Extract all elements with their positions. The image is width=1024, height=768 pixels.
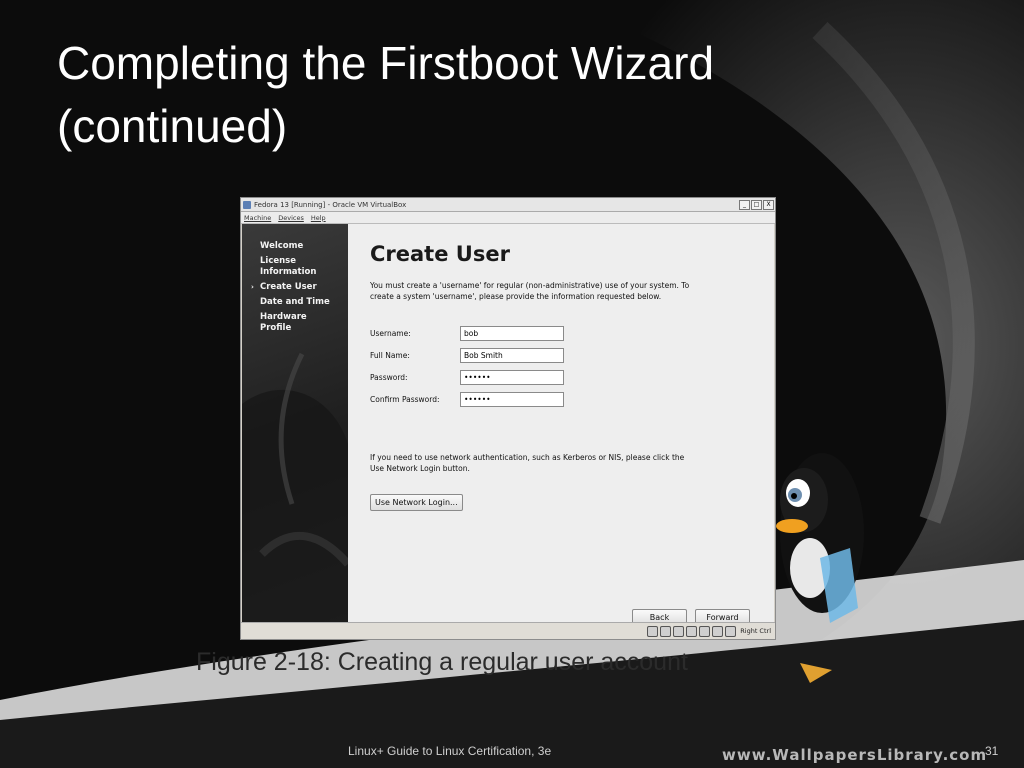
host-key-icon bbox=[725, 625, 737, 637]
password-row: Password: bbox=[370, 366, 564, 388]
slide-title-line-1: Completing the Firstboot Wizard bbox=[57, 37, 715, 89]
footer-text: Linux+ Guide to Linux Certification, 3e bbox=[348, 744, 552, 758]
firstboot-main-panel: Create User You must create a 'username'… bbox=[348, 224, 774, 626]
create-user-form: Username: Full Name: Password: Confirm P… bbox=[370, 322, 564, 410]
vm-statusbar: Right Ctrl bbox=[241, 622, 775, 639]
mouse-integration-icon[interactable] bbox=[712, 625, 724, 637]
slide-title-line-2: (continued) bbox=[57, 100, 288, 152]
username-row: Username: bbox=[370, 322, 564, 344]
fullname-row: Full Name: bbox=[370, 344, 564, 366]
use-network-login-button[interactable]: Use Network Login... bbox=[370, 494, 463, 511]
usb-status-icon[interactable] bbox=[673, 625, 685, 637]
step-create-user: › Create User bbox=[251, 282, 340, 293]
step-date-and-time: Date and Time bbox=[260, 297, 330, 307]
penguin-mascot-image bbox=[776, 453, 864, 683]
menu-help[interactable]: Help bbox=[311, 214, 326, 222]
password-label: Password: bbox=[370, 372, 408, 382]
vm-window-title: Fedora 13 [Running] - Oracle VM VirtualB… bbox=[254, 200, 407, 209]
watermark: www.WallpapersLibrary.com bbox=[722, 746, 988, 764]
shared-folder-status-icon[interactable] bbox=[686, 625, 698, 637]
virtualbox-icon bbox=[243, 200, 251, 209]
minimize-button[interactable]: _ bbox=[739, 199, 750, 210]
vm-menubar: Machine Devices Help bbox=[241, 212, 775, 224]
fullname-label: Full Name: bbox=[370, 350, 410, 360]
network-login-note: If you need to use network authenticatio… bbox=[370, 453, 685, 473]
menu-machine[interactable]: Machine bbox=[244, 214, 271, 222]
intro-text: You must create a 'username' for regular… bbox=[370, 281, 690, 301]
step-create-user-label: Create User bbox=[260, 282, 317, 292]
host-key-label: Right Ctrl bbox=[740, 627, 771, 635]
password-input[interactable] bbox=[460, 369, 564, 385]
display-status-icon[interactable] bbox=[699, 625, 711, 637]
confirm-password-input[interactable] bbox=[460, 391, 564, 407]
harddisk-status-icon[interactable] bbox=[647, 625, 659, 637]
current-step-arrow-icon: › bbox=[251, 283, 254, 291]
username-label: Username: bbox=[370, 328, 411, 338]
maximize-button[interactable]: □ bbox=[751, 199, 762, 210]
slide-title: Completing the Firstboot Wizard (continu… bbox=[57, 32, 917, 158]
virtualbox-window: Fedora 13 [Running] - Oracle VM VirtualB… bbox=[240, 197, 776, 640]
vm-titlebar: Fedora 13 [Running] - Oracle VM VirtualB… bbox=[241, 198, 775, 212]
close-button[interactable]: X bbox=[763, 199, 774, 210]
fullname-input[interactable] bbox=[460, 347, 564, 363]
vm-guest-display: Welcome License Information › Create Use… bbox=[242, 224, 774, 626]
username-input[interactable] bbox=[460, 325, 564, 341]
confirm-password-label: Confirm Password: bbox=[370, 394, 440, 404]
step-license-information: License Information bbox=[260, 256, 317, 277]
step-hardware-profile: Hardware Profile bbox=[260, 312, 307, 333]
firstboot-sidebar: Welcome License Information › Create Use… bbox=[242, 224, 348, 622]
firstboot-steps-list: Welcome License Information › Create Use… bbox=[251, 241, 340, 338]
menu-devices[interactable]: Devices bbox=[278, 214, 304, 222]
page-heading: Create User bbox=[370, 242, 510, 266]
confirm-password-row: Confirm Password: bbox=[370, 388, 564, 410]
cd-status-icon[interactable] bbox=[660, 625, 672, 637]
figure-caption: Figure 2-18: Creating a regular user acc… bbox=[196, 648, 688, 676]
step-welcome: Welcome bbox=[260, 241, 304, 251]
slide-number: 31 bbox=[985, 744, 999, 758]
